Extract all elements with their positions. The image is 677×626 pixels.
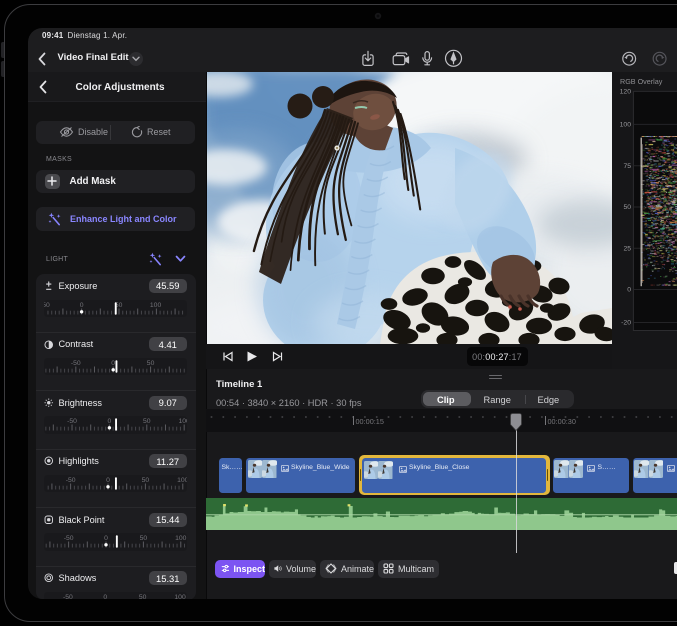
- svg-text:0: 0: [104, 535, 108, 542]
- svg-text:0: 0: [106, 477, 110, 484]
- svg-text:-50: -50: [71, 360, 81, 367]
- svg-text:50: 50: [142, 477, 150, 484]
- svg-text:100: 100: [620, 122, 632, 129]
- svg-text:100: 100: [150, 302, 162, 309]
- svg-text:120: 120: [620, 89, 632, 96]
- svg-text:-20: -20: [621, 320, 631, 327]
- svg-text:0: 0: [111, 360, 115, 367]
- svg-text:100: 100: [175, 535, 187, 542]
- svg-text:-50: -50: [64, 535, 74, 542]
- svg-text:50: 50: [623, 204, 631, 211]
- svg-text:50: 50: [147, 360, 155, 367]
- svg-text:0: 0: [108, 418, 112, 425]
- svg-text:75: 75: [623, 163, 631, 170]
- svg-text:50: 50: [140, 535, 148, 542]
- svg-text:100: 100: [177, 477, 187, 484]
- svg-text:-50: -50: [67, 418, 77, 425]
- svg-text:50: 50: [143, 418, 151, 425]
- svg-text:25: 25: [623, 245, 631, 252]
- svg-text:100: 100: [179, 418, 187, 425]
- svg-text:0: 0: [80, 302, 84, 309]
- svg-text:-50: -50: [44, 302, 50, 309]
- svg-text:-50: -50: [66, 477, 76, 484]
- svg-text:0: 0: [627, 287, 631, 294]
